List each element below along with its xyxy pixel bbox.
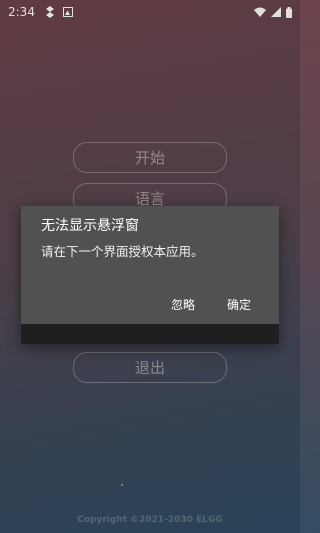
dialog-actions: 忽略 确定 (165, 294, 257, 315)
dialog-title: 无法显示悬浮窗 (41, 218, 139, 234)
dialog-message: 请在下一个界面授权本应用。 (41, 244, 204, 259)
overlay-permission-dialog: 无法显示悬浮窗 请在下一个界面授权本应用。 忽略 确定 (21, 206, 279, 344)
ignore-button[interactable]: 忽略 (165, 294, 201, 315)
confirm-button[interactable]: 确定 (221, 294, 257, 315)
dialog-footer-band (21, 324, 279, 344)
